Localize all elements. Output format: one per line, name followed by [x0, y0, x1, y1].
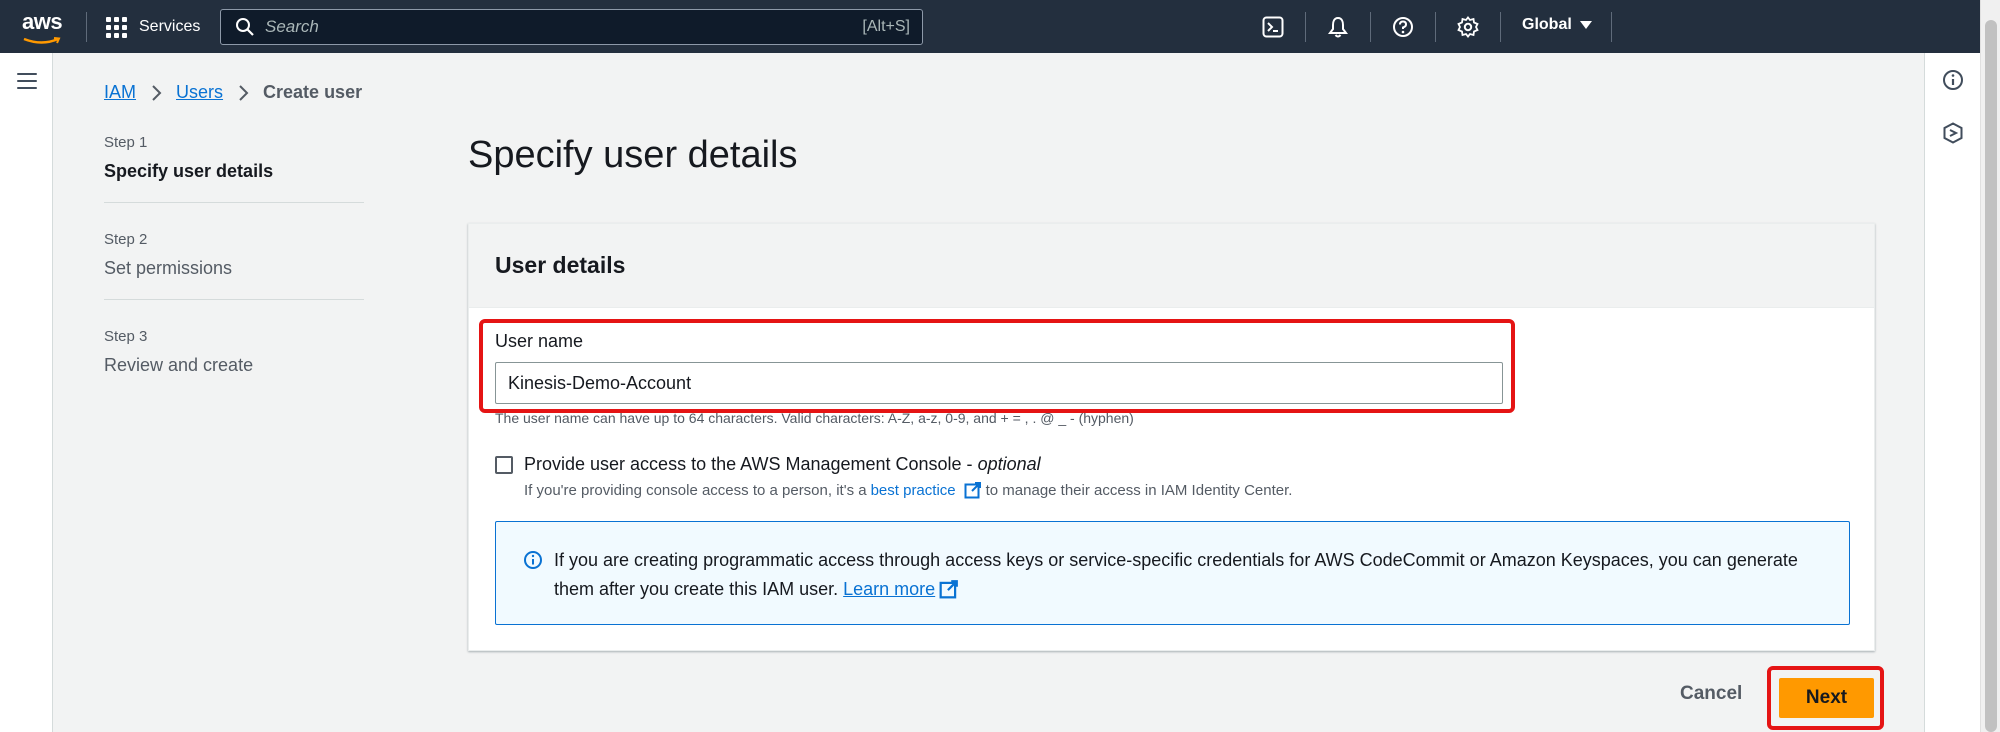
external-link-icon	[939, 580, 959, 599]
console-access-description: If you're providing console access to a …	[524, 481, 1292, 499]
optional-text: optional	[977, 454, 1041, 474]
search-input[interactable]	[265, 17, 825, 37]
info-panel-icon[interactable]	[1941, 68, 1965, 92]
cancel-button[interactable]: Cancel	[1680, 683, 1742, 705]
console-access-label-text: Provide user access to the AWS Managemen…	[524, 454, 978, 474]
learn-more-link[interactable]: Learn more	[843, 579, 935, 599]
settings-button[interactable]	[1455, 14, 1481, 40]
best-practice-link[interactable]: best practice	[871, 482, 956, 499]
step-title: Specify user details	[104, 161, 274, 181]
notifications-button[interactable]	[1325, 14, 1351, 40]
wizard-step-2: Step 2 Set permissions	[104, 231, 364, 300]
region-label: Global	[1522, 16, 1572, 33]
step-title: Set permissions	[104, 258, 233, 278]
aws-logo[interactable]: aws	[22, 9, 66, 44]
aws-smile-icon	[23, 37, 61, 44]
left-navigation-rail	[0, 53, 53, 732]
nav-divider	[1305, 12, 1306, 42]
cloudshell-button[interactable]	[1260, 14, 1286, 40]
scrollbar-thumb[interactable]	[1985, 20, 1997, 732]
panel-title: User details	[495, 252, 626, 278]
step-number: Step 2	[104, 231, 148, 248]
top-navigation: aws Services [Alt+S]	[0, 0, 2000, 53]
hexagon-icon[interactable]	[1941, 121, 1965, 145]
step-number: Step 1	[104, 134, 148, 151]
services-menu-button[interactable]: Services	[106, 14, 200, 40]
info-alert: If you are creating programmatic access …	[495, 521, 1850, 625]
nav-divider	[1611, 12, 1612, 42]
vertical-scrollbar[interactable]	[1980, 0, 2000, 732]
right-tools-rail	[1924, 53, 1980, 732]
username-input[interactable]	[495, 362, 1503, 404]
info-alert-text: If you are creating programmatic access …	[554, 546, 1824, 604]
wizard-step-3: Step 3 Review and create	[104, 328, 364, 396]
gear-icon	[1457, 16, 1479, 38]
username-label: User name	[495, 331, 584, 351]
info-alert-message: If you are creating programmatic access …	[554, 550, 1798, 599]
services-label: Services	[139, 18, 201, 35]
region-selector[interactable]: Global	[1522, 16, 1592, 34]
desc-text-after: to manage their access in IAM Identity C…	[985, 481, 1293, 499]
nav-divider	[1500, 12, 1501, 42]
external-link-icon	[964, 482, 981, 499]
step-title: Review and create	[104, 355, 254, 375]
help-button[interactable]	[1390, 14, 1416, 40]
console-access-checkbox[interactable]	[495, 456, 513, 474]
help-icon	[1393, 17, 1413, 37]
search-bar[interactable]: [Alt+S]	[220, 9, 923, 45]
aws-logo-text: aws	[22, 9, 63, 34]
next-button[interactable]: Next	[1779, 678, 1874, 718]
desc-text-before: If you're providing console access to a …	[524, 481, 867, 499]
nav-divider	[86, 12, 87, 42]
info-icon	[524, 551, 542, 569]
chevron-right-icon	[152, 84, 162, 101]
breadcrumb-iam-link[interactable]: IAM	[104, 82, 136, 103]
console-access-label[interactable]: Provide user access to the AWS Managemen…	[524, 454, 1041, 475]
wizard-step-1[interactable]: Step 1 Specify user details	[104, 134, 364, 203]
breadcrumb-users-link[interactable]: Users	[176, 82, 223, 103]
search-icon	[236, 18, 254, 36]
nav-divider	[1370, 12, 1371, 42]
page-title: Specify user details	[468, 134, 798, 176]
menu-icon[interactable]	[17, 73, 37, 89]
bell-icon	[1328, 16, 1348, 38]
search-shortcut-hint: [Alt+S]	[862, 18, 910, 35]
username-hint: The user name can have up to 64 characte…	[495, 410, 1134, 426]
wizard-steps: Step 1 Specify user details Step 2 Set p…	[104, 134, 364, 424]
caret-down-icon	[1579, 21, 1592, 29]
nav-divider	[1435, 12, 1436, 42]
step-number: Step 3	[104, 328, 148, 345]
chevron-right-icon	[239, 84, 249, 101]
breadcrumb-current: Create user	[263, 82, 363, 102]
breadcrumb: IAM Users Create user	[104, 82, 362, 103]
grid-icon	[106, 16, 127, 38]
panel-header: User details	[469, 224, 1874, 308]
cloudshell-icon	[1262, 16, 1284, 38]
user-details-panel: User details User name The user name can…	[468, 223, 1875, 651]
